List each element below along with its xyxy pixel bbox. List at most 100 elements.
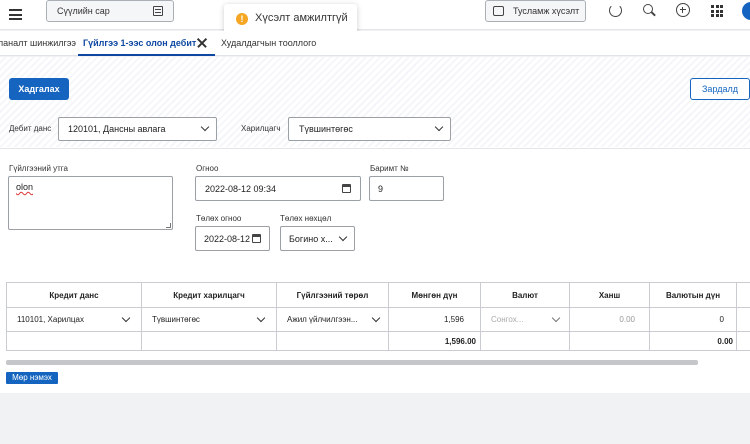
calendar-icon[interactable] xyxy=(252,234,261,243)
error-toast: ! Хүсэлт амжилтгүй xyxy=(224,4,357,34)
chevron-down-icon xyxy=(338,232,348,242)
column-header[interactable]: Мөнгөн дүн xyxy=(388,282,481,308)
total-amount-value: 1,596.00 xyxy=(444,336,476,346)
top-bar: Сүүлийн сар Тусламж хүсэлт xyxy=(0,0,750,30)
description-label: Гүйлгээний утга xyxy=(9,164,68,173)
partner-value: Түвшинтөгөс xyxy=(299,124,353,134)
column-header[interactable]: Кредит данс xyxy=(6,282,142,308)
total-empty-cell xyxy=(141,331,277,351)
refresh-icon[interactable] xyxy=(609,4,622,17)
tab-label: Баланалт шинжилгээ xyxy=(0,38,77,48)
support-icon xyxy=(493,6,504,16)
chevron-down-icon xyxy=(121,313,131,323)
column-header[interactable]: Ханш xyxy=(569,282,650,308)
table-header-row: Кредит данс Кредит харилцагч Гүйлгээний … xyxy=(6,282,750,308)
expense-label: Зардалд xyxy=(702,84,738,94)
fx-amount-value: 0 xyxy=(719,315,724,324)
calendar-list-icon xyxy=(153,6,163,16)
chevron-down-icon xyxy=(256,313,266,323)
debit-account-label: Дебит данс xyxy=(9,124,52,133)
credit-lines-grid: Кредит данс Кредит харилцагч Гүйлгээний … xyxy=(6,282,750,353)
total-fx-amount-cell: 0.00 xyxy=(649,331,737,351)
credit-partner-value: Түвшинтөгөс xyxy=(152,315,200,324)
fx-amount-cell[interactable]: 0 xyxy=(649,307,737,332)
credit-partner-cell[interactable]: Түвшинтөгөс xyxy=(141,307,277,332)
column-header[interactable]: Гүйлгээний төрөл xyxy=(276,282,389,308)
tab-label: Гүйлгээ 1-ээс олон дебит xyxy=(83,38,197,48)
rate-cell[interactable]: 0.00 xyxy=(569,307,650,332)
debit-account-value: 120101, Дансны авлага xyxy=(68,124,166,134)
chevron-down-icon xyxy=(434,122,444,132)
total-fx-amount-value: 0.00 xyxy=(717,336,733,346)
document-number-value: 9 xyxy=(378,184,384,194)
transaction-type-cell[interactable]: Ажил үйлчилгээн... xyxy=(276,307,389,332)
payment-date-label: Төлөх огноо xyxy=(196,214,242,223)
calendar-icon[interactable] xyxy=(342,184,351,193)
partner-label: Харилцагч xyxy=(241,124,281,133)
payment-term-label: Төлөх нөхцөл xyxy=(280,214,332,223)
payment-term-select[interactable]: Богино х... xyxy=(280,226,355,251)
column-header[interactable]: Валют xyxy=(480,282,570,308)
save-label: Хадгалах xyxy=(18,84,60,94)
column-header[interactable]: Валютын дүн xyxy=(649,282,737,308)
period-search-input[interactable]: Сүүлийн сар xyxy=(46,0,174,22)
document-number-label: Баримт № xyxy=(370,164,409,173)
tab-multi-debit-transaction[interactable]: Гүйлгээ 1-ээс олон дебит xyxy=(78,31,215,56)
document-number-input[interactable]: 9 xyxy=(369,176,444,201)
tab-label: Худалдагчын тооллого xyxy=(221,38,317,48)
row-spacer-cell xyxy=(736,307,750,332)
total-empty-cell xyxy=(480,331,570,351)
chevron-down-icon xyxy=(200,122,210,132)
partner-select[interactable]: Түвшинтөгөс xyxy=(288,117,451,141)
expense-button[interactable]: Зардалд xyxy=(690,78,750,100)
transaction-type-value: Ажил үйлчилгээн... xyxy=(287,315,358,324)
totals-row: 1,596.00 0.00 xyxy=(6,331,750,351)
tab-bar: Баланалт шинжилгээ Гүйлгээ 1-ээс олон де… xyxy=(0,31,750,56)
column-header[interactable]: Кредит харилцагч xyxy=(141,282,277,308)
description-value: olon xyxy=(16,182,34,192)
add-row-button[interactable]: Мөр нэмэх xyxy=(6,372,58,384)
horizontal-scrollbar[interactable] xyxy=(6,360,698,365)
currency-cell[interactable]: Сонгох... xyxy=(480,307,570,332)
search-icon[interactable] xyxy=(643,4,656,17)
date-value: 2022-08-12 09:34 xyxy=(205,184,277,194)
chevron-down-icon xyxy=(371,313,381,323)
total-empty-cell xyxy=(6,331,142,351)
rate-value: 0.00 xyxy=(619,315,635,324)
table-row: 110101, Харилцах Түвшинтөгөс Ажил үйлчил… xyxy=(6,307,750,332)
total-empty-cell xyxy=(736,331,750,351)
chevron-down-icon xyxy=(551,313,561,323)
payment-date-value: 2022-08-12 xyxy=(204,234,251,244)
add-circle-icon[interactable] xyxy=(676,3,690,17)
period-search-text: Сүүлийн сар xyxy=(57,6,110,16)
tab-balance-analysis[interactable]: Баланалт шинжилгээ xyxy=(0,31,76,56)
total-empty-cell xyxy=(569,331,650,351)
date-label: Огноо xyxy=(196,164,219,173)
payment-term-value: Богино х... xyxy=(289,234,333,244)
close-tab-icon[interactable] xyxy=(197,37,207,48)
total-empty-cell xyxy=(276,331,389,351)
payment-date-input[interactable]: 2022-08-12 xyxy=(195,226,270,251)
hamburger-icon[interactable] xyxy=(9,9,22,20)
total-amount-cell: 1,596.00 xyxy=(388,331,481,351)
warning-icon: ! xyxy=(236,13,248,25)
resize-handle-icon[interactable] xyxy=(166,223,171,228)
column-header-spacer xyxy=(736,282,750,308)
credit-lines-table: Кредит данс Кредит харилцагч Гүйлгээний … xyxy=(6,282,750,351)
amount-value: 1,596 xyxy=(443,315,464,324)
credit-account-cell[interactable]: 110101, Харилцах xyxy=(6,307,142,332)
apps-grid-icon[interactable] xyxy=(711,5,723,17)
date-input[interactable]: 2022-08-12 09:34 xyxy=(195,176,361,201)
toast-message: Хүсэлт амжилтгүй xyxy=(255,12,348,24)
help-request-label: Тусламж хүсэлт xyxy=(513,6,580,16)
help-request-button[interactable]: Тусламж хүсэлт xyxy=(485,0,586,22)
avatar[interactable] xyxy=(742,2,750,20)
debit-account-select[interactable]: 120101, Дансны авлага xyxy=(58,117,217,141)
description-textarea[interactable]: olon xyxy=(8,176,173,230)
amount-cell[interactable]: 1,596 xyxy=(388,307,481,332)
tab-vendor-count[interactable]: Худалдагчын тооллого xyxy=(221,31,316,56)
currency-placeholder: Сонгох... xyxy=(491,315,524,324)
add-row-label: Мөр нэмэх xyxy=(12,373,52,382)
credit-account-value: 110101, Харилцах xyxy=(17,315,84,324)
save-button[interactable]: Хадгалах xyxy=(9,78,69,100)
